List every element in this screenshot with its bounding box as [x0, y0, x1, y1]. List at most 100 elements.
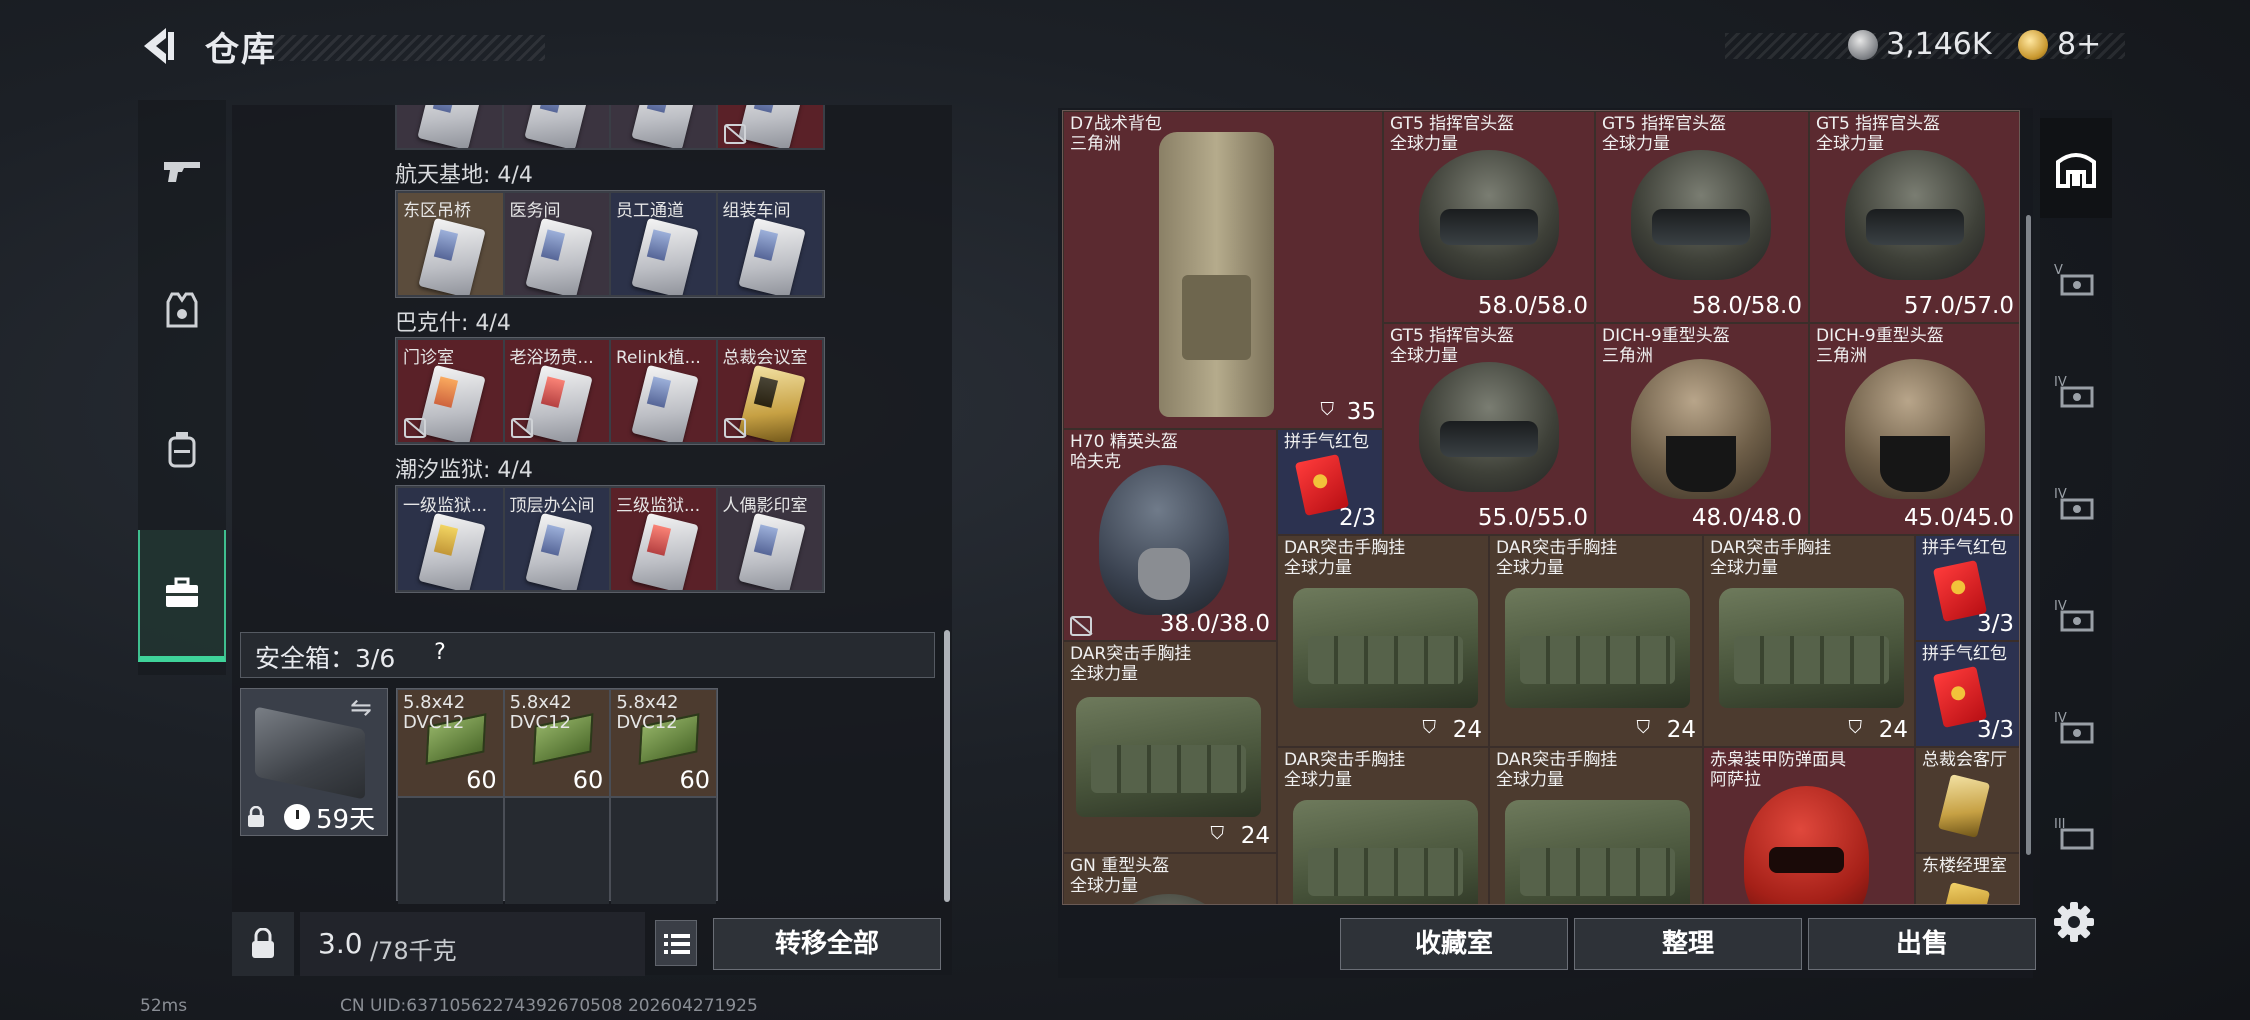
briefcase-icon — [166, 577, 198, 607]
chest-rig-icon — [1293, 588, 1478, 708]
safebox-grid: 5.8x42 DVC12 60 5.8x42 DVC12 60 5.8x42 DVC1… — [396, 688, 718, 904]
gear-icon[interactable] — [2050, 898, 2098, 946]
stash-tab[interactable]: III — [2040, 792, 2112, 872]
keycard-slot[interactable]: 人偶影印室 — [717, 488, 822, 590]
stash-tab[interactable]: V — [2040, 228, 2112, 328]
stash-tab[interactable]: IV — [2040, 676, 2112, 776]
keycard-grid: 一级监狱... 顶层办公间 三级监狱... 人偶影印室 — [395, 485, 825, 593]
keycard-slot[interactable]: 三级监狱... — [611, 488, 716, 590]
stash-item[interactable]: GT5 指挥官头盔 全球力量 58.0/58.0 — [1595, 111, 1809, 323]
keycard-grid: 门诊室 老浴场贵... Relink植... 总裁会议室 — [395, 337, 825, 445]
sidebar-item-backpack[interactable] — [138, 380, 226, 520]
keycard-icon — [737, 217, 806, 295]
list-view-button[interactable] — [655, 920, 697, 966]
currency-silver[interactable]: 3,146K — [1886, 27, 1992, 62]
stash-tab-iv-icon: IV — [2054, 375, 2094, 408]
keycard-icon — [524, 217, 593, 295]
helmet-icon — [1419, 362, 1559, 492]
sidebar-item-weapons[interactable] — [138, 100, 226, 240]
stash-item[interactable]: H70 精英头盔 哈夫克 38.0/38.0 — [1063, 429, 1277, 641]
keycard-icon — [737, 512, 806, 590]
scrollbar[interactable] — [944, 630, 950, 902]
ammo-caliber: 5.8x42 — [403, 692, 466, 713]
stash-home-icon — [2056, 153, 2096, 188]
stash-item[interactable]: 赤枭装甲防弹面具 阿萨拉 — [1703, 747, 1915, 904]
ammo-slot[interactable]: 5.8x42 DVC12 60 — [398, 690, 503, 796]
sort-button[interactable]: 整理 — [1574, 918, 1802, 970]
empty-slot[interactable] — [504, 798, 610, 904]
stash-item[interactable]: 拼手气红包 2/3 — [1277, 429, 1383, 535]
empty-slot[interactable] — [611, 798, 716, 904]
ammo-count: 60 — [679, 766, 710, 794]
sell-button[interactable]: 出售 — [1808, 918, 2036, 970]
item-name: H70 精英头盔 — [1070, 432, 1178, 452]
stash-item[interactable]: GT5 指挥官头盔 全球力量 55.0/55.0 — [1383, 323, 1595, 535]
ammo-slot[interactable]: 5.8x42 DVC12 60 — [611, 690, 716, 796]
keycard-slot[interactable] — [611, 105, 716, 148]
item-durability: 57.0/57.0 — [1903, 293, 2014, 319]
keycard-slot[interactable]: 东区吊桥 — [398, 193, 503, 295]
stash-tab[interactable]: IV — [2040, 452, 2112, 552]
collection-room-button[interactable]: 收藏室 — [1340, 918, 1568, 970]
keycard-slot[interactable] — [504, 105, 609, 148]
help-icon[interactable]: ? — [424, 637, 456, 669]
stash-item[interactable]: DAR突击手胸挂 全球力量 — [1277, 747, 1489, 904]
helmet-icon — [1419, 150, 1559, 280]
stash-tab-main[interactable] — [2040, 118, 2112, 218]
currency-gold[interactable]: 8+ — [2057, 27, 2101, 62]
stash-tab[interactable]: IV — [2040, 340, 2112, 440]
keycard-icon — [1937, 773, 1991, 839]
transfer-all-button[interactable]: 转移全部 — [713, 918, 941, 970]
silver-coin-icon — [1848, 30, 1878, 60]
item-name: DICH-9重型头盔 — [1602, 326, 1730, 346]
stash-item[interactable]: GT5 指挥官头盔 全球力量 57.0/57.0 — [1809, 111, 2019, 323]
keycard-slot[interactable]: 老浴场贵... — [504, 340, 609, 442]
lock-button[interactable] — [232, 912, 294, 976]
stash-item[interactable]: DICH-9重型头盔 三角洲 48.0/48.0 — [1595, 323, 1809, 535]
stash-item[interactable]: 拼手气红包 3/3 — [1915, 535, 2019, 641]
item-origin: 全球力量 — [1710, 558, 1778, 578]
item-count: 2/3 — [1338, 505, 1376, 531]
keycard-slot[interactable]: 门诊室 — [398, 340, 503, 442]
no-trade-icon — [510, 418, 533, 438]
item-name: DAR突击手胸挂 — [1284, 538, 1406, 558]
keycard-slot[interactable]: 总裁会议室 — [717, 340, 822, 442]
stash-item[interactable]: D7战术背包 三角洲 35 ⛉ — [1063, 111, 1383, 429]
sidebar-item-keycards[interactable] — [138, 530, 226, 662]
item-durability: 58.0/58.0 — [1691, 293, 1802, 319]
sidebar-item-armor[interactable] — [138, 240, 226, 380]
keycard-slot[interactable]: 顶层办公间 — [504, 488, 609, 590]
keycard-slot[interactable]: 组装车间 — [717, 193, 822, 295]
stash-tab[interactable]: IV — [2040, 564, 2112, 664]
item-name: DAR突击手胸挂 — [1496, 538, 1618, 558]
stash-item[interactable]: DICH-9重型头盔 三角洲 45.0/45.0 — [1809, 323, 2019, 535]
keycard-slot[interactable] — [397, 105, 502, 148]
stash-item[interactable]: GT5 指挥官头盔 全球力量 58.0/58.0 — [1383, 111, 1595, 323]
stash-item[interactable]: 东楼经理室 — [1915, 853, 2019, 904]
keycard-label: 医务间 — [509, 201, 561, 221]
item-capacity: 24 — [1452, 717, 1482, 743]
item-origin: 三角洲 — [1816, 346, 1867, 366]
stash-item[interactable]: 总裁会客厅 — [1915, 747, 2019, 853]
keycard-slot[interactable]: 一级监狱... — [398, 488, 503, 590]
swap-icon[interactable]: ⇋ — [350, 693, 372, 723]
stash-item[interactable]: DAR突击手胸挂 全球力量 ⛉ 24 — [1277, 535, 1489, 747]
empty-slot[interactable] — [398, 798, 503, 904]
stash-item[interactable]: DAR突击手胸挂 全球力量 ⛉ 24 — [1703, 535, 1915, 747]
stash-item[interactable]: GN 重型头盔 全球力量 — [1063, 853, 1277, 904]
stash-item[interactable]: DAR突击手胸挂 全球力量 ⛉ 24 — [1063, 641, 1277, 853]
stash-item[interactable]: 拼手气红包 3/3 — [1915, 641, 2019, 747]
ammo-slot[interactable]: 5.8x42 DVC12 60 — [504, 690, 610, 796]
item-name: DAR突击手胸挂 — [1284, 750, 1406, 770]
scrollbar[interactable] — [2026, 215, 2031, 855]
stash-item[interactable]: DAR突击手胸挂 全球力量 ⛉ 24 — [1489, 535, 1703, 747]
back-arrow-icon[interactable] — [138, 24, 180, 68]
armored-mask-icon — [1744, 786, 1869, 904]
item-durability: 38.0/38.0 — [1159, 611, 1270, 637]
stash-item[interactable]: DAR突击手胸挂 全球力量 — [1489, 747, 1703, 904]
keycard-slot[interactable]: 医务间 — [504, 193, 609, 295]
keycard-slot[interactable] — [718, 105, 823, 148]
keycard-slot[interactable]: Relink植... — [611, 340, 716, 442]
keycard-slot[interactable]: 员工通道 — [611, 193, 716, 295]
weight-unit: /78千克 — [370, 937, 457, 965]
